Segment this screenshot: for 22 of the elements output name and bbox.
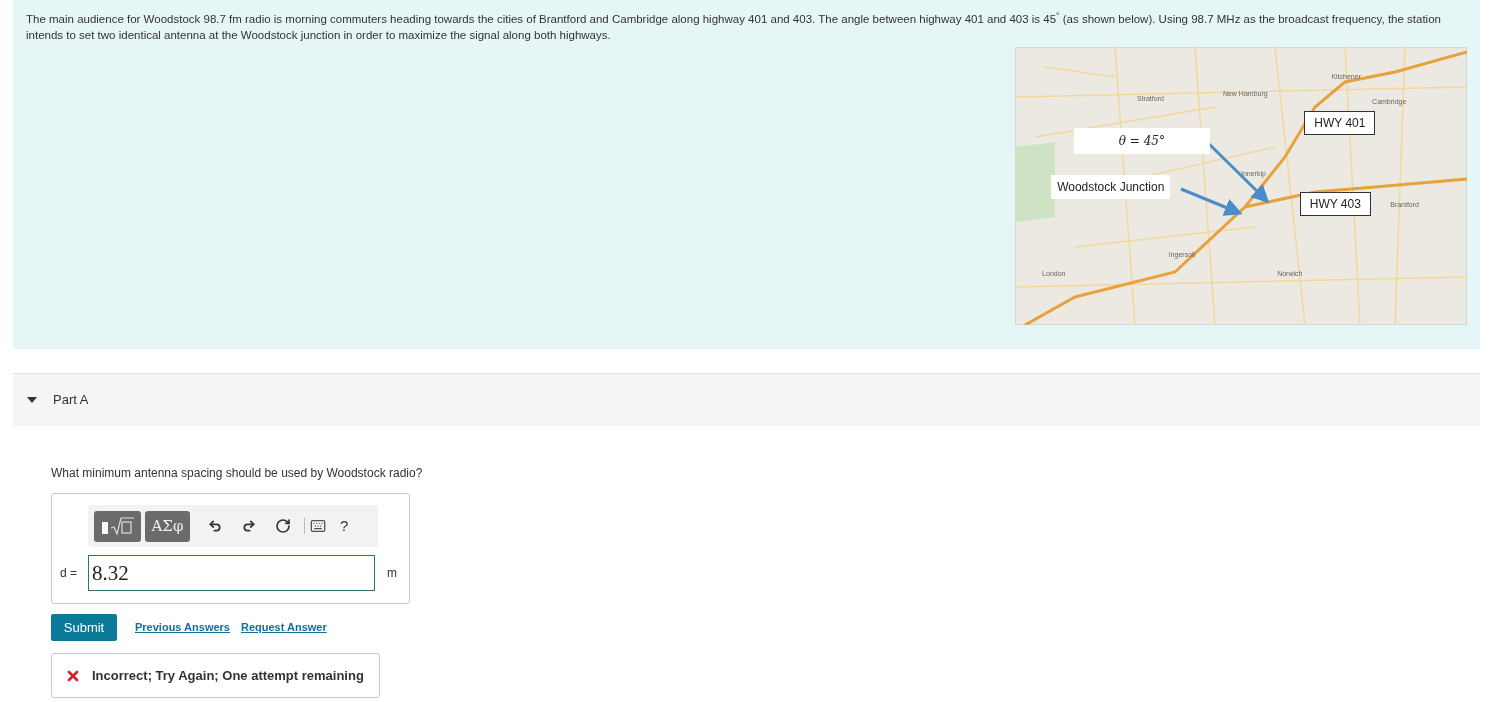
help-button[interactable]: ? xyxy=(340,514,349,538)
part-title: Part A xyxy=(53,391,89,410)
answer-field[interactable]: 8.32 xyxy=(88,555,375,591)
angle-label: θ = 45° xyxy=(1073,127,1210,154)
unit-label: m xyxy=(387,565,397,582)
problem-text: The main audience for Woodstock 98.7 fm radio is morning commuters heading towards the cities of Brantford and Cambridge along highway 401 and 403. The angle between highway 401 and 403 is 45$^{°}$ (as shown below). Using 98.7 MHz as the broadcast frequency, the station intends to set two identical antenna at the Woodstock junction in order to maximize the signal along both highways. xyxy=(26,11,1442,43)
redo-icon xyxy=(242,519,256,533)
templates-button[interactable] xyxy=(94,510,141,542)
question-text: What minimum antenna spacing should be used by Woodstock radio? xyxy=(51,465,424,482)
part-header[interactable]: Part A xyxy=(13,373,1480,426)
square-root-icon xyxy=(100,516,135,536)
highway-label: HWY 401 xyxy=(1304,110,1376,135)
answer-label: d = xyxy=(60,565,78,582)
keyboard-icon xyxy=(309,518,326,534)
feedback-text: Incorrect; Try Again; One attempt remaining xyxy=(92,666,364,685)
junction-label: Woodstock Junction xyxy=(1051,174,1171,199)
answer-link[interactable]: Request Answer xyxy=(240,619,327,636)
symbols-button[interactable]: ΑΣφ xyxy=(145,510,190,542)
reset-icon xyxy=(275,518,291,534)
submit-button[interactable]: Submit xyxy=(51,614,117,641)
answer-link[interactable]: Previous Answers xyxy=(135,619,230,636)
undo-icon xyxy=(208,519,222,533)
